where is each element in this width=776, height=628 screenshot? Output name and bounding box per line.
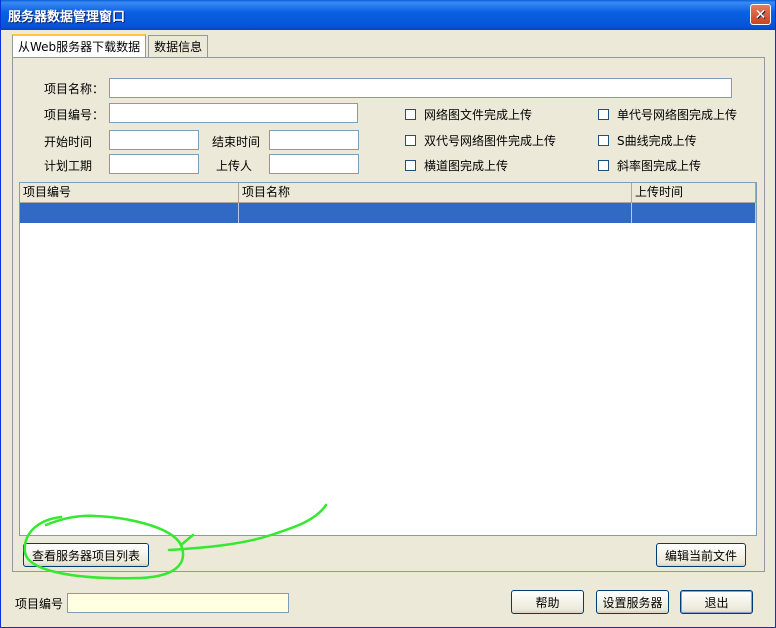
tab-panel: 项目名称： 项目编号： 开始时间 结束时间 计划工期 上传人 网络图文件完成上传… <box>12 57 765 572</box>
table-header: 项目编号 项目名称 上传时间 <box>20 183 756 203</box>
table-cell <box>239 203 632 223</box>
table-cell <box>20 203 239 223</box>
uploader-label: 上传人 <box>216 159 253 173</box>
end-time-field[interactable] <box>269 130 359 150</box>
uploader-field[interactable] <box>269 154 359 174</box>
slope-chart-uploaded-checkbox[interactable]: 斜率图完成上传 <box>598 157 701 174</box>
start-time-label: 开始时间 <box>44 135 93 149</box>
end-time-label: 结束时间 <box>212 135 261 149</box>
column-header-project-name[interactable]: 项目名称 <box>239 183 632 203</box>
gantt-uploaded-checkbox[interactable]: 横道图完成上传 <box>405 157 508 174</box>
server-data-window: 服务器数据管理窗口 ✕ 从Web服务器下载数据 数据信息 项目名称： 项目编号：… <box>0 0 776 628</box>
tab-data-info[interactable]: 数据信息 <box>148 35 209 57</box>
project-table[interactable]: 项目编号 项目名称 上传时间 <box>19 182 757 536</box>
project-name-field[interactable] <box>109 78 732 98</box>
footer-project-code-label: 项目编号 <box>15 597 64 611</box>
list-server-projects-button[interactable]: 查看服务器项目列表 <box>23 543 149 567</box>
s-curve-uploaded-checkbox[interactable]: S曲线完成上传 <box>598 132 697 149</box>
edit-current-file-button[interactable]: 编辑当前文件 <box>656 543 746 567</box>
plan-duration-label: 计划工期 <box>44 159 93 173</box>
single-code-network-uploaded-checkbox[interactable]: 单代号网络图完成上传 <box>598 106 737 123</box>
project-code-label: 项目编号： <box>44 108 105 122</box>
footer-project-code-field[interactable] <box>67 593 289 613</box>
exit-button[interactable]: 退出 <box>680 590 753 614</box>
double-code-network-uploaded-checkbox[interactable]: 双代号网络图件完成上传 <box>405 132 556 149</box>
tab-download-from-web[interactable]: 从Web服务器下载数据 <box>12 34 147 57</box>
table-row[interactable] <box>20 203 756 223</box>
window-title: 服务器数据管理窗口 <box>8 9 126 25</box>
column-header-upload-time[interactable]: 上传时间 <box>632 183 756 203</box>
close-icon: ✕ <box>754 6 767 23</box>
tab-strip: 从Web服务器下载数据 数据信息 <box>12 34 210 57</box>
column-header-project-code[interactable]: 项目编号 <box>20 183 239 203</box>
project-name-label: 项目名称： <box>44 82 105 96</box>
title-bar[interactable]: 服务器数据管理窗口 ✕ <box>1 0 775 30</box>
project-code-field[interactable] <box>109 103 358 123</box>
set-server-button[interactable]: 设置服务器 <box>596 590 669 614</box>
help-button[interactable]: 帮助 <box>511 590 584 614</box>
close-button[interactable]: ✕ <box>750 4 771 25</box>
plan-duration-field[interactable] <box>109 154 199 174</box>
network-file-uploaded-checkbox[interactable]: 网络图文件完成上传 <box>405 106 532 123</box>
start-time-field[interactable] <box>109 130 199 150</box>
table-cell <box>632 203 756 223</box>
